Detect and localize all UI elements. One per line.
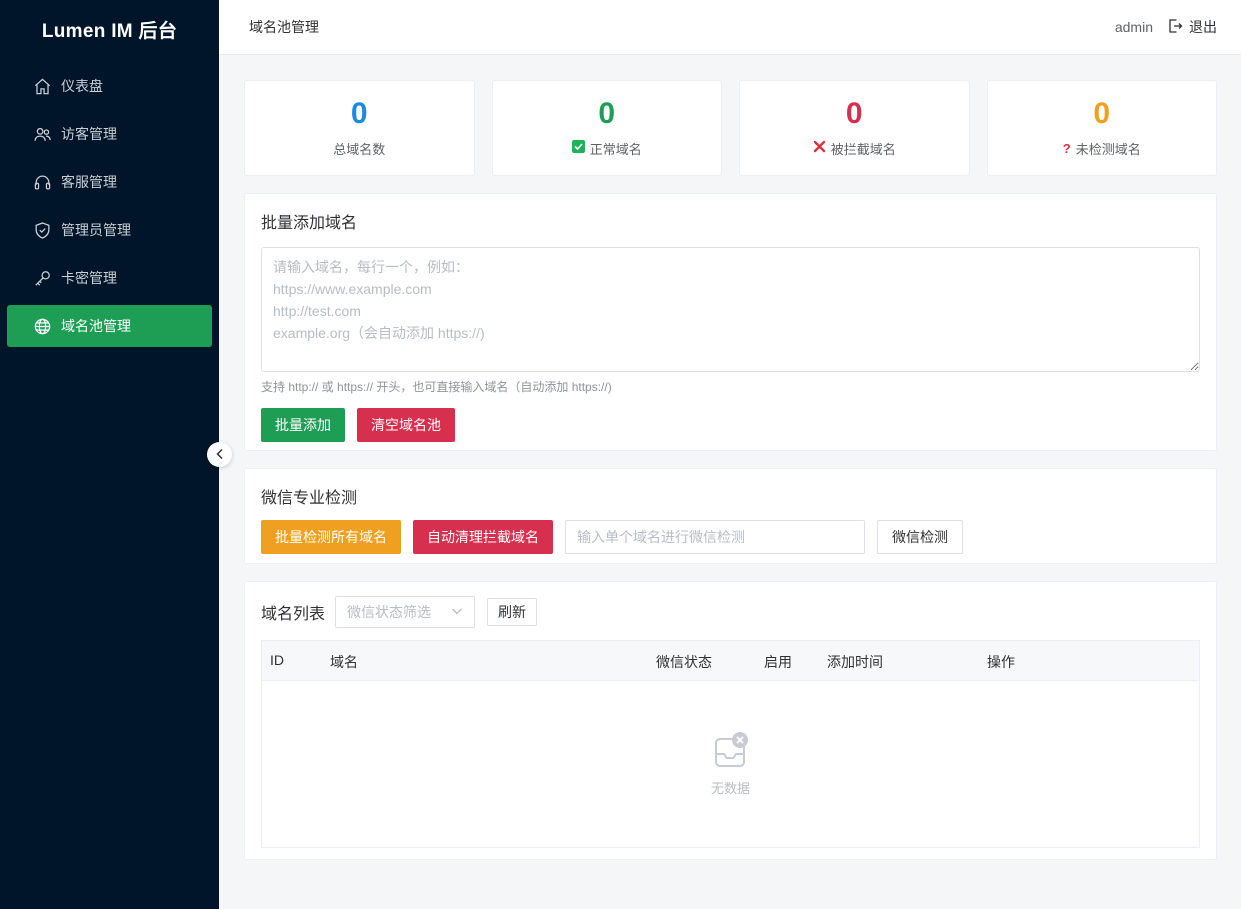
page-title: 域名池管理 [249, 19, 319, 35]
table-body: 无数据 [262, 681, 1199, 847]
stat-label: 被拦截域名 [830, 141, 896, 157]
wechat-check-button[interactable]: 微信检测 [877, 520, 963, 554]
stats-row: 0 总域名数 0 正常域名 0 被拦截域名 0 ? 未检测域名 [244, 80, 1217, 176]
stat-card-total: 0 总域名数 [244, 80, 475, 176]
check-box-icon [571, 140, 585, 156]
stat-value: 0 [350, 96, 368, 130]
stat-value: 0 [1093, 96, 1111, 130]
bulk-add-hint: 支持 http:// 或 https:// 开头，也可直接输入域名（自动添加 h… [261, 380, 612, 394]
sidebar-item-admins[interactable]: 管理员管理 [7, 209, 212, 251]
sidebar-item-label: 域名池管理 [61, 318, 131, 334]
column-header-enabled: 启用 [764, 654, 792, 670]
stat-card-blocked: 0 被拦截域名 [739, 80, 970, 176]
column-header-id: ID [270, 652, 284, 668]
headset-icon [32, 172, 52, 192]
key-icon [32, 268, 52, 288]
stat-value: 0 [598, 96, 616, 130]
sidebar-item-agents[interactable]: 客服管理 [7, 161, 212, 203]
username: admin [1114, 19, 1153, 35]
chevron-down-icon [451, 604, 463, 620]
column-header-wechat-status: 微信状态 [656, 654, 712, 670]
clear-pool-button[interactable]: 清空域名池 [357, 408, 455, 442]
logout-icon [1167, 18, 1183, 37]
column-header-domain: 域名 [330, 654, 358, 670]
logout-button[interactable]: 退出 [1167, 17, 1217, 37]
status-filter-placeholder: 微信状态筛选 [347, 604, 432, 620]
refresh-button[interactable]: 刷新 [487, 598, 538, 626]
question-icon: ? [1062, 140, 1071, 156]
stat-card-normal: 0 正常域名 [491, 80, 722, 176]
header: 域名池管理 admin 退出 [219, 0, 1241, 55]
sidebar: Lumen IM 后台 仪表盘 访客管理 客服管理 管理员管理 卡密管理 域名池… [0, 0, 219, 909]
stat-card-unchecked: 0 ? 未检测域名 [986, 80, 1217, 176]
cross-icon [813, 140, 826, 156]
bulk-add-button[interactable]: 批量添加 [261, 408, 345, 442]
sidebar-item-label: 卡密管理 [61, 270, 117, 286]
users-icon [32, 124, 52, 144]
sidebar-item-domain-pool[interactable]: 域名池管理 [7, 305, 212, 347]
shield-icon [32, 220, 52, 240]
empty-text: 无数据 [710, 781, 750, 796]
stat-label: 正常域名 [589, 141, 642, 157]
sidebar-menu: 仪表盘 访客管理 客服管理 管理员管理 卡密管理 域名池管理 [0, 65, 219, 347]
sidebar-item-visitors[interactable]: 访客管理 [7, 113, 212, 155]
stat-label: 总域名数 [333, 141, 386, 157]
sidebar-collapse-button[interactable] [207, 442, 232, 467]
sidebar-item-label: 客服管理 [61, 174, 117, 190]
sidebar-item-label: 仪表盘 [61, 78, 103, 94]
bulk-domain-textarea[interactable] [261, 247, 1200, 372]
sidebar-item-dashboard[interactable]: 仪表盘 [7, 65, 212, 107]
bulk-add-card: 批量添加域名 支持 http:// 或 https:// 开头，也可直接输入域名… [244, 193, 1217, 451]
sidebar-item-cards[interactable]: 卡密管理 [7, 257, 212, 299]
sidebar-item-label: 访客管理 [61, 126, 117, 142]
single-domain-input[interactable] [565, 520, 865, 554]
domain-list-card: 域名列表 微信状态筛选 刷新 ID 域名 微信状态 启用 添加时间 操作 无数据 [244, 581, 1217, 860]
sidebar-item-label: 管理员管理 [61, 222, 131, 238]
bulk-add-title: 批量添加域名 [261, 215, 358, 232]
app-title: Lumen IM 后台 [41, 20, 178, 42]
domain-list-title: 域名列表 [261, 606, 326, 623]
auto-clean-button[interactable]: 自动清理拦截域名 [413, 520, 553, 554]
domain-table: ID 域名 微信状态 启用 添加时间 操作 无数据 [261, 640, 1200, 848]
main-content: 0 总域名数 0 正常域名 0 被拦截域名 0 ? 未检测域名 批量添加域名 请… [244, 80, 1217, 860]
stat-label: 未检测域名 [1075, 141, 1141, 157]
table-header: ID 域名 微信状态 启用 添加时间 操作 [262, 641, 1199, 681]
column-header-added-time: 添加时间 [827, 654, 883, 670]
logout-label: 退出 [1189, 19, 1217, 35]
chevron-left-icon [214, 447, 226, 463]
column-header-actions: 操作 [987, 654, 1015, 670]
home-icon [32, 76, 52, 96]
batch-check-button[interactable]: 批量检测所有域名 [261, 520, 401, 554]
globe-icon [32, 316, 52, 336]
stat-value: 0 [845, 96, 863, 130]
empty-inbox-icon [713, 731, 749, 772]
wechat-check-card: 微信专业检测 批量检测所有域名 自动清理拦截域名 微信检测 [244, 468, 1217, 564]
wechat-check-title: 微信专业检测 [261, 490, 358, 507]
status-filter-select[interactable]: 微信状态筛选 [335, 596, 476, 628]
